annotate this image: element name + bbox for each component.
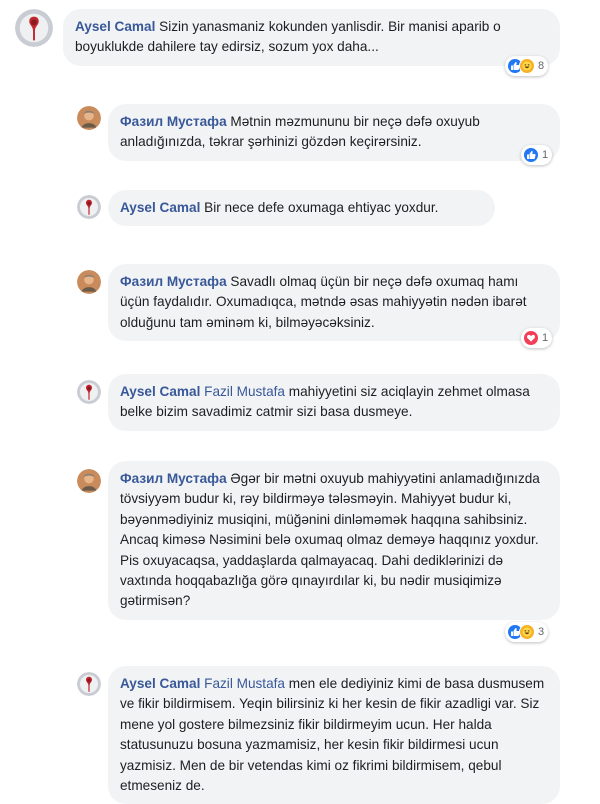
comment-author[interactable]: Фазил Мустафа (120, 471, 227, 486)
avatar-fazil-mustafa[interactable] (77, 106, 101, 130)
comment-author[interactable]: Aysel Camal (120, 676, 200, 691)
comment-text: Bir nece defe oxumaga ehtiyac yoxdur. (204, 200, 439, 215)
haha-icon (519, 58, 535, 74)
mention-link[interactable]: Fazil Mustafa (204, 384, 285, 399)
reaction-count: 3 (538, 626, 545, 638)
comment-author[interactable]: Фазил Мустафа (120, 274, 227, 289)
reaction-count: 1 (542, 332, 549, 344)
comment-text: Əgər bir mətni oxuyub mahiyyətini anlama… (120, 471, 540, 609)
reaction-summary[interactable]: 8 (505, 56, 549, 76)
reply-bubble: Aysel Camal Fazil Mustafa men ele dediyi… (108, 666, 560, 804)
reply-bubble: Aysel Camal Fazil Mustafa mahiyyetini si… (108, 374, 560, 431)
reply-bubble: Фазил Мустафа Savadlı olmaq üçün bir neç… (108, 264, 560, 342)
comment-text: men ele dediyiniz kimi de basa dusmusem … (120, 676, 545, 794)
comment-author[interactable]: Aysel Camal (120, 384, 200, 399)
reply-bubble: Фазил Мустафа Mətnin məzmununu bir neçə … (108, 104, 560, 161)
reply-bubble: Aysel Camal Bir nece defe oxumaga ehtiya… (108, 190, 495, 227)
avatar-fazil-mustafa[interactable] (77, 469, 101, 493)
reaction-count: 8 (538, 60, 545, 72)
avatar-aysel-camal[interactable] (77, 195, 101, 219)
haha-icon (519, 624, 535, 640)
reaction-summary[interactable]: 3 (505, 622, 549, 642)
comment-author[interactable]: Aysel Camal (75, 19, 155, 34)
avatar-aysel-camal[interactable] (15, 9, 53, 47)
love-icon (523, 330, 539, 346)
reaction-count: 1 (542, 149, 549, 161)
avatar-aysel-camal[interactable] (77, 672, 101, 696)
reply-bubble: Фазил Мустафа Əgər bir mətni oxuyub mahi… (108, 461, 560, 620)
avatar-fazil-mustafa[interactable] (77, 270, 101, 294)
mention-link[interactable]: Fazil Mustafa (204, 676, 285, 691)
reaction-summary[interactable]: 1 (521, 328, 553, 348)
comment-author[interactable]: Фазил Мустафа (120, 114, 227, 129)
comment-author[interactable]: Aysel Camal (120, 200, 200, 215)
like-icon (523, 147, 539, 163)
reaction-summary[interactable]: 1 (521, 145, 553, 165)
avatar-aysel-camal[interactable] (77, 380, 101, 404)
comment-bubble: Aysel Camal Sizin yanasmaniz kokunden ya… (63, 9, 560, 66)
